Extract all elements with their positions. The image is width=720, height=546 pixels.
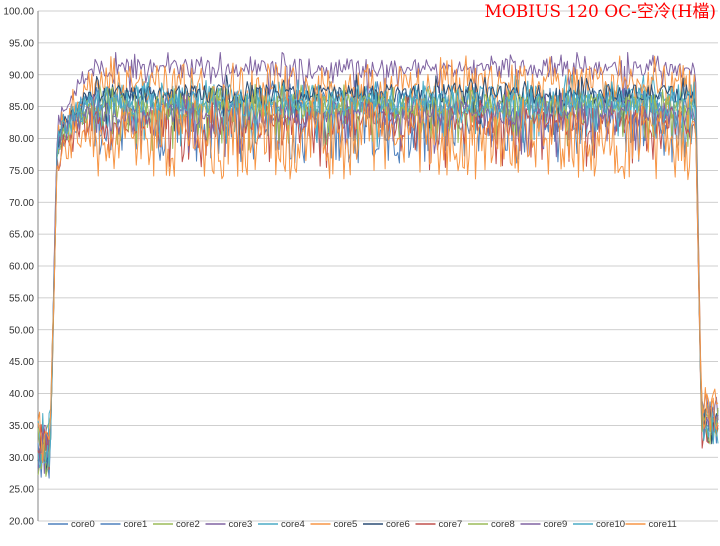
chart-background [0, 0, 720, 541]
chart: 20.00 25.00 30.00 35.00 40.00 45.00 50.00 55.00… [0, 0, 720, 541]
legend-label: core10 [596, 519, 625, 530]
y-tick-label: 20.00 [9, 517, 34, 528]
y-tick-label: 70.00 [9, 198, 34, 209]
line-chart: 20.00 25.00 30.00 35.00 40.00 45.00 50.00 55.00… [0, 0, 720, 541]
y-tick-label: 45.00 [9, 357, 34, 368]
legend-label: core6 [386, 519, 410, 530]
y-tick-label: 60.00 [9, 262, 34, 273]
legend-label: core0 [71, 519, 95, 530]
y-tick-label: 85.00 [9, 102, 34, 113]
y-tick-label: 35.00 [9, 421, 34, 432]
y-tick-label: 55.00 [9, 293, 34, 304]
y-tick-label: 65.00 [9, 230, 34, 241]
y-tick-label: 80.00 [9, 134, 34, 145]
legend-label: core9 [544, 519, 568, 530]
y-tick-label: 95.00 [9, 38, 34, 49]
y-tick-label: 75.00 [9, 166, 34, 177]
legend-label: core11 [649, 519, 677, 530]
legend-label: core5 [334, 519, 358, 530]
y-tick-label: 100.00 [3, 7, 34, 18]
y-tick-label: 30.00 [9, 453, 34, 464]
legend-label: core3 [229, 519, 253, 530]
legend-label: core8 [491, 519, 515, 530]
legend-label: core1 [124, 519, 148, 530]
y-tick-label: 40.00 [9, 389, 34, 400]
legend-label: core7 [439, 519, 463, 530]
legend-label: core4 [281, 519, 305, 530]
y-tick-label: 50.00 [9, 325, 34, 336]
y-tick-label: 90.00 [9, 70, 34, 81]
y-tick-label: 25.00 [9, 485, 34, 496]
chart-title: MOBIUS 120 OC-空冷(H檔) [484, 2, 716, 22]
legend-label: core2 [176, 519, 200, 530]
